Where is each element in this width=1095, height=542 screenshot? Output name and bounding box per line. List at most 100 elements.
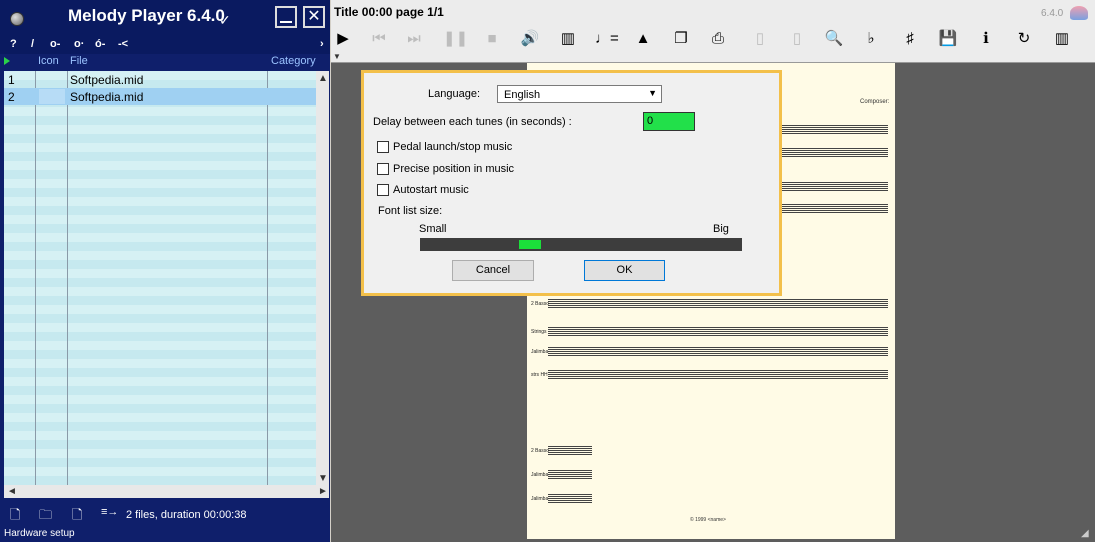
column-icon[interactable]: Icon xyxy=(38,55,59,67)
big-label: Big xyxy=(713,223,729,235)
key-remove-icon[interactable]: ó- xyxy=(95,38,105,50)
zoom-button[interactable]: 🔍 xyxy=(823,28,845,50)
metronome-button[interactable]: ▲ xyxy=(632,28,654,50)
staff xyxy=(548,446,592,456)
playlist-list[interactable]: 1 Softpedia.mid 2 Softpedia.mid xyxy=(4,71,316,485)
app-title: Melody Player 6.4.0 xyxy=(68,6,225,25)
column-file[interactable]: File xyxy=(70,55,88,67)
row-file: Softpedia.mid xyxy=(70,73,144,87)
app-menu-icon[interactable] xyxy=(10,12,24,26)
scroll-down-icon[interactable]: ▼ xyxy=(318,473,328,484)
playing-indicator-icon xyxy=(4,57,10,65)
instrument-label: Jalimba xyxy=(531,472,549,478)
instrument-label: Jalimba xyxy=(531,349,549,355)
small-label: Small xyxy=(419,223,447,235)
help-icon[interactable]: ? xyxy=(10,38,17,50)
language-value: English xyxy=(504,89,541,101)
font-size-slider-thumb[interactable] xyxy=(519,240,541,249)
font-size-slider[interactable] xyxy=(420,238,742,251)
page-prev-button[interactable]: ▯ xyxy=(749,28,771,50)
file-count-info: 2 files, duration 00:00:38 xyxy=(126,509,247,521)
delay-label: Delay between each tunes (in seconds) : xyxy=(373,116,572,128)
logo-icon xyxy=(1070,6,1088,20)
composer-label: Composer: xyxy=(860,99,890,105)
key-add-icon[interactable]: o· xyxy=(74,38,84,50)
pause-button[interactable]: ❚❚ xyxy=(443,28,468,50)
toolbar-divider xyxy=(331,52,1095,63)
print-button[interactable]: ⎙ xyxy=(707,28,729,50)
check-icon: ✓ xyxy=(219,12,231,28)
staff xyxy=(548,370,888,380)
sort-icon[interactable]: ≡→ xyxy=(101,506,118,518)
tempo-button[interactable]: ♩= xyxy=(595,28,619,50)
transpose-button[interactable]: ♯ xyxy=(899,28,921,50)
instrument-label: strs HH xyxy=(531,372,548,378)
pedal-label: Pedal launch/stop music xyxy=(393,141,513,153)
staff xyxy=(548,470,592,480)
instrument-label: Jalimba xyxy=(531,496,549,502)
autostart-label: Autostart music xyxy=(393,184,469,196)
remove-file-icon[interactable]: 🗋 xyxy=(72,506,82,528)
resize-grip-icon[interactable]: ◢ xyxy=(1081,528,1089,539)
scroll-left-icon[interactable]: ◄ xyxy=(7,486,17,497)
row-file: Softpedia.mid xyxy=(70,90,144,104)
column-category[interactable]: Category xyxy=(271,55,316,67)
precise-position-checkbox[interactable] xyxy=(377,163,389,175)
precise-position-label: Precise position in music xyxy=(393,163,515,175)
connect-icon[interactable]: -< xyxy=(118,38,128,50)
key-icon[interactable]: o- xyxy=(50,38,60,50)
piano-button[interactable]: ▥ xyxy=(1051,28,1073,50)
close-button[interactable]: ✕ xyxy=(303,6,325,28)
instrument-label: 2 Basso xyxy=(531,448,550,454)
version-label: 6.4.0 xyxy=(1041,8,1064,19)
previous-button[interactable]: ⏮ xyxy=(368,28,390,50)
stop-button[interactable]: ■ xyxy=(481,28,503,50)
pedal-checkbox[interactable] xyxy=(377,141,389,153)
minimize-button[interactable] xyxy=(275,6,297,28)
list-item[interactable]: 2 Softpedia.mid xyxy=(4,88,316,105)
row-icon xyxy=(39,89,65,104)
flat-key-button[interactable]: ♭ xyxy=(860,28,882,50)
save-button[interactable]: 💾 xyxy=(937,28,959,50)
scroll-right-icon[interactable]: ► xyxy=(318,486,328,497)
volume-button[interactable]: 🔊 xyxy=(519,28,541,50)
edit-icon[interactable]: / xyxy=(31,38,34,50)
document-titlebar xyxy=(331,0,1095,25)
document-title: Title 00:00 page 1/1 xyxy=(334,5,444,19)
play-button[interactable]: ▶ xyxy=(332,28,354,50)
font-size-label: Font list size: xyxy=(378,205,443,217)
vertical-scrollbar[interactable]: ▲ ▼ xyxy=(316,71,329,485)
language-select[interactable]: English ▼ xyxy=(497,85,662,103)
info-button[interactable]: ℹ xyxy=(975,28,997,50)
horizontal-scrollbar[interactable]: ◄ ► xyxy=(4,485,329,498)
staff xyxy=(548,347,888,357)
staff xyxy=(548,299,888,309)
instrument-label: Strings xyxy=(531,329,547,335)
options-dialog-body xyxy=(364,73,779,293)
add-folder-icon[interactable]: 🗀 xyxy=(39,506,52,528)
mixer-button[interactable]: ▥ xyxy=(557,28,579,50)
list-item[interactable]: 1 Softpedia.mid xyxy=(4,71,316,88)
staff xyxy=(548,494,592,504)
chevron-down-icon[interactable]: ▼ xyxy=(333,52,341,61)
refresh-button[interactable]: ↻ xyxy=(1013,28,1035,50)
copyright-label: © 1999 <name> xyxy=(690,517,726,523)
add-file-icon[interactable]: 🗋 xyxy=(10,506,20,528)
chevron-right-icon[interactable]: › xyxy=(320,38,324,50)
next-button[interactable]: ⏭ xyxy=(403,28,425,50)
scroll-up-icon[interactable]: ▲ xyxy=(318,73,328,84)
cancel-button[interactable]: Cancel xyxy=(452,260,534,281)
staff xyxy=(548,327,888,337)
hardware-setup-status[interactable]: Hardware setup xyxy=(4,528,75,539)
delay-input[interactable]: 0 xyxy=(643,112,695,131)
chevron-down-icon: ▼ xyxy=(648,88,657,98)
row-number: 2 xyxy=(8,90,15,104)
instrument-label: 2 Basso xyxy=(531,301,550,307)
copy-button[interactable]: ❐ xyxy=(670,28,692,50)
language-label: Language: xyxy=(428,88,480,100)
ok-button[interactable]: OK xyxy=(584,260,665,281)
autostart-checkbox[interactable] xyxy=(377,184,389,196)
page-next-button[interactable]: ▯ xyxy=(786,28,808,50)
playlist-column-header: Icon File Category xyxy=(4,55,316,70)
row-number: 1 xyxy=(8,73,15,87)
